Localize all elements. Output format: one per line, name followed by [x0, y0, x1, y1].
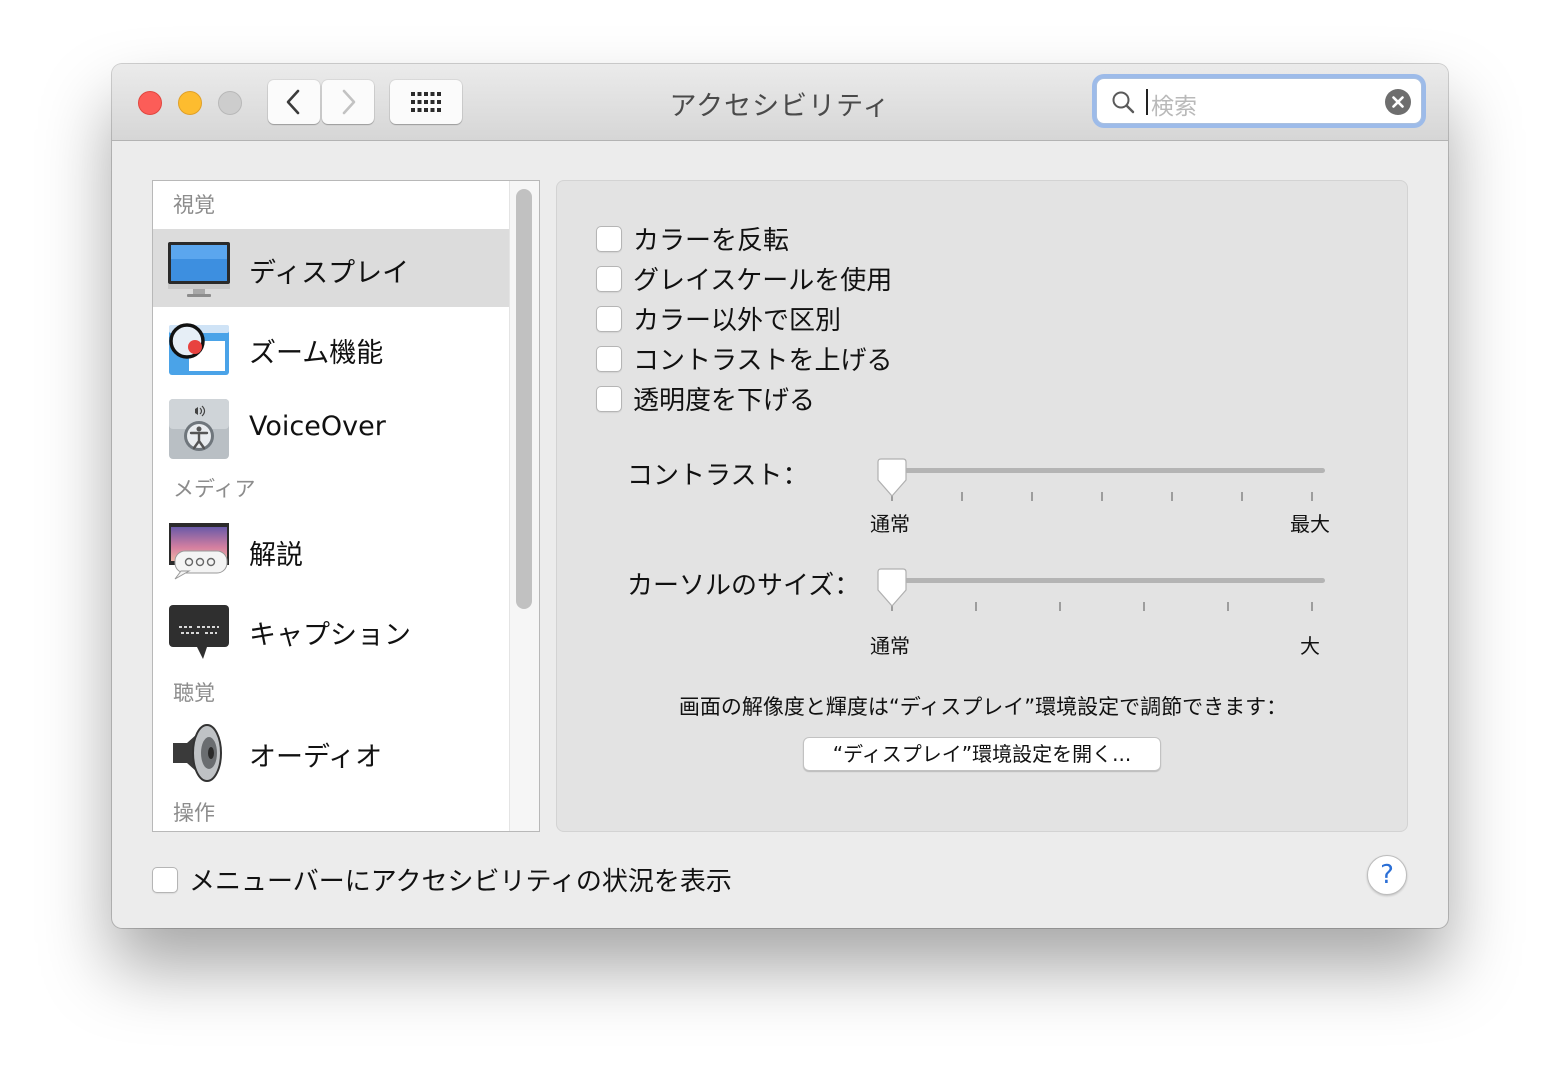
sidebar-scrollbar-thumb[interactable]: [516, 189, 532, 609]
contrast-slider-knob[interactable]: [875, 458, 909, 498]
reduce-transparency-checkbox[interactable]: 透明度を下げる: [596, 380, 815, 417]
cursor-size-max-label: 大: [1300, 634, 1320, 658]
open-display-prefs-button[interactable]: “ディスプレイ”環境設定を開く...: [803, 737, 1161, 771]
slider-tick: [1143, 602, 1145, 611]
checkbox-box[interactable]: [596, 265, 622, 292]
sidebar-item-audio[interactable]: オーディオ: [153, 713, 509, 791]
slider-tick: [1227, 602, 1229, 611]
section-header-media: メディア: [173, 477, 256, 501]
checkbox-box[interactable]: [596, 225, 622, 252]
sidebar-item-label: ディスプレイ: [249, 258, 410, 289]
checkbox-box[interactable]: [596, 345, 622, 372]
checkbox-box[interactable]: [596, 385, 622, 412]
sidebar-item-zoom[interactable]: ズーム機能: [153, 309, 509, 387]
display-prefs-note: 画面の解像度と輝度は“ディスプレイ”環境設定で調節できます：: [678, 695, 1288, 719]
slider-tick: [1059, 602, 1061, 611]
display-settings-panel: カラーを反転 グレイスケールを使用 カラー以外で区別 コントラストを上げる 透明…: [556, 180, 1408, 832]
contrast-min-label: 通常: [870, 512, 910, 536]
display-icon: [168, 242, 230, 297]
slider-tick: [975, 602, 977, 611]
invert-colors-checkbox[interactable]: カラーを反転: [596, 220, 789, 257]
cursor-size-label: カーソルのサイズ：: [627, 571, 861, 601]
slider-tick: [961, 492, 963, 501]
search-field[interactable]: 検索: [1096, 78, 1422, 124]
section-header-vision: 視覚: [173, 193, 215, 217]
slider-tick: [1311, 602, 1313, 611]
zoom-icon: [169, 323, 229, 375]
checkbox-label: コントラストを上げる: [633, 346, 893, 376]
checkbox-box[interactable]: [596, 305, 622, 332]
category-sidebar[interactable]: 視覚 ディスプレイ ズーム機能 VoiceOver メディア 解説 キャプション…: [152, 180, 540, 832]
sidebar-item-label: VoiceOver: [249, 411, 386, 442]
captions-icon: [169, 605, 229, 659]
sidebar-item-voiceover[interactable]: VoiceOver: [153, 389, 509, 467]
slider-tick: [1101, 492, 1103, 501]
sidebar-item-label: キャプション: [249, 620, 411, 651]
help-button[interactable]: ?: [1367, 855, 1407, 895]
speaker-icon: [173, 724, 222, 782]
checkbox-label: グレイスケールを使用: [633, 266, 893, 296]
checkbox-label: カラー以外で区別: [633, 306, 842, 336]
checkbox-label: 透明度を下げる: [633, 386, 816, 416]
voiceover-icon: [169, 399, 229, 459]
checkbox-label: メニューバーにアクセシビリティの状況を表示: [189, 867, 732, 897]
sidebar-item-descriptions[interactable]: 解説: [153, 511, 509, 589]
sidebar-item-label: オーディオ: [249, 742, 383, 773]
cursor-size-slider-knob[interactable]: [875, 568, 909, 608]
search-icon: [1112, 91, 1135, 114]
titlebar: アクセシビリティ 検索: [112, 64, 1448, 141]
slider-tick: [1171, 492, 1173, 501]
sidebar-item-display[interactable]: ディスプレイ: [153, 229, 509, 307]
contrast-slider-track[interactable]: [891, 468, 1325, 473]
grayscale-checkbox[interactable]: グレイスケールを使用: [596, 260, 892, 297]
slider-tick: [1031, 492, 1033, 501]
checkbox-box[interactable]: [152, 866, 178, 893]
slider-tick: [1241, 492, 1243, 501]
preferences-window: アクセシビリティ 検索 視覚 ディスプレイ ズーム機能 VoiceOver メデ…: [112, 64, 1448, 928]
contrast-max-label: 最大: [1290, 512, 1330, 536]
slider-tick: [1311, 492, 1313, 501]
show-in-menubar-checkbox[interactable]: メニューバーにアクセシビリティの状況を表示: [152, 861, 732, 898]
search-placeholder: 検索: [1151, 94, 1197, 120]
increase-contrast-checkbox[interactable]: コントラストを上げる: [596, 340, 892, 377]
contrast-label: コントラスト：: [627, 461, 809, 491]
sidebar-item-label: 解説: [249, 540, 303, 571]
sidebar-item-label: ズーム機能: [249, 338, 384, 369]
section-header-interaction: 操作: [173, 801, 215, 825]
cursor-size-slider-track[interactable]: [891, 578, 1325, 583]
differentiate-without-color-checkbox[interactable]: カラー以外で区別: [596, 300, 841, 337]
descriptions-icon: [169, 523, 229, 580]
checkbox-label: カラーを反転: [633, 226, 790, 256]
clear-search-icon[interactable]: [1385, 89, 1411, 115]
cursor-size-min-label: 通常: [870, 634, 910, 658]
section-header-hearing: 聴覚: [173, 681, 215, 705]
sidebar-item-captions[interactable]: キャプション: [153, 591, 509, 669]
text-cursor: [1146, 89, 1148, 115]
